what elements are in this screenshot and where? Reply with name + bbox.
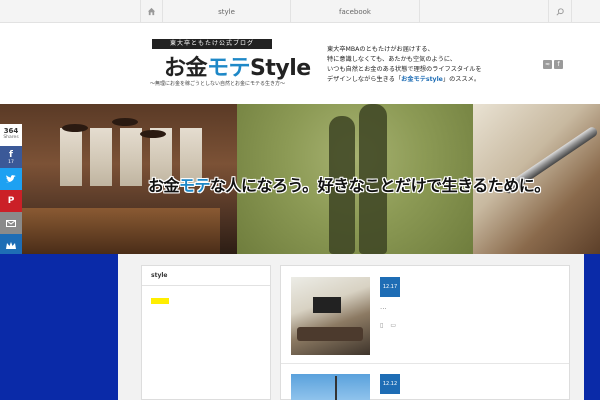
nav-item-empty[interactable]: [420, 0, 549, 23]
document-icon: ▯: [380, 322, 384, 329]
highlight-marker: [151, 298, 169, 304]
facebook-icon[interactable]: f: [554, 60, 563, 69]
share-count-label: Shares: [3, 135, 19, 140]
catch-accent: モテ: [179, 176, 211, 195]
post-date-badge: 12.17: [380, 277, 400, 297]
ceiling-fan: [140, 130, 166, 138]
window-shape: [60, 128, 82, 186]
logo-title: お金モテStyle: [164, 50, 311, 82]
nav-item-style[interactable]: style: [163, 0, 291, 23]
share-count: 364 Shares: [0, 124, 22, 146]
tagline-highlight: お金モテstyle: [401, 76, 443, 83]
facebook-icon: f: [9, 149, 13, 160]
tagline-line: 特に意識しなくても、あたかも空気のように、: [327, 56, 457, 63]
tv-shape: [313, 297, 341, 313]
crown-icon: [6, 241, 16, 249]
search-icon: [556, 7, 564, 16]
post-divider: [281, 363, 569, 364]
window-shape: [90, 128, 112, 186]
logo-title-part: お金: [164, 56, 208, 81]
flagpole-shape: [335, 376, 337, 400]
share-twitter-button[interactable]: [0, 168, 22, 190]
share-pinterest-button[interactable]: P: [0, 190, 22, 212]
navy-panel-right: [584, 254, 600, 400]
tagline-line: デザインしながら生きる「お金モテstyle」のススメ。: [327, 76, 481, 83]
ceiling-fan: [112, 118, 138, 126]
post-excerpt: ...: [380, 303, 387, 311]
ceiling-fan: [62, 124, 88, 132]
tagline-line: いつも自然とお金のある状態で理想のライフスタイルを: [327, 66, 482, 73]
logo-band: 東大卒ともたけ公式ブログ: [152, 39, 272, 49]
home-button[interactable]: [140, 0, 163, 23]
site-tagline: 東大卒MBAのともたけがお届けする、 特に意識しなくても、あたかも空気のように、…: [327, 45, 517, 85]
logo-subtitle: 〜無理にお金を稼ごうとしない自然とお金にモテる生き方〜: [150, 81, 286, 87]
twitter-icon: [6, 175, 16, 183]
share-facebook-button[interactable]: f 17: [0, 146, 22, 168]
share-sidebar: 364 Shares f 17 P: [0, 124, 22, 256]
logo-title-accent: モテ: [207, 56, 251, 81]
hero-catchphrase: お金モテな人になろう。好きなことだけで生きるために。: [148, 172, 550, 196]
mail-icon: [6, 219, 16, 227]
catch-part: お金: [148, 176, 180, 195]
share-more-button[interactable]: [0, 234, 22, 256]
window-shape: [120, 128, 142, 186]
tagline-line: 東大卒MBAのともたけがお届けする、: [327, 46, 434, 53]
logo-title-part: Style: [250, 56, 311, 81]
pinterest-icon: P: [7, 196, 15, 206]
catch-part: な人になろう。好きなことだけで生きるために。: [210, 176, 550, 195]
site-logo[interactable]: 東大卒ともたけ公式ブログ お金モテStyle 〜無理にお金を稼ごうとしない自然と…: [150, 36, 312, 94]
rss-icon[interactable]: ≈: [543, 60, 552, 69]
post-date-badge: 12.12: [380, 374, 400, 394]
search-button[interactable]: [549, 0, 572, 23]
comment-icon: ▭: [390, 322, 396, 329]
navy-panel-left: [0, 254, 118, 400]
header-social-icons: ≈ f: [543, 60, 563, 69]
post-meta-icons: ▯ ▭: [380, 322, 396, 329]
share-count-number: 364: [3, 127, 19, 135]
sofa-shape: [297, 327, 363, 341]
table-shape: [20, 208, 220, 254]
nav-item-facebook[interactable]: facebook: [291, 0, 420, 23]
post-thumbnail[interactable]: [291, 374, 370, 400]
sidebar-widget-title: style: [142, 266, 270, 286]
share-email-button[interactable]: [0, 212, 22, 234]
home-icon: [147, 7, 156, 16]
sidebar-widget: style: [141, 265, 271, 400]
post-thumbnail[interactable]: [291, 277, 370, 355]
facebook-share-count: 17: [8, 159, 14, 165]
top-navigation: style facebook: [0, 0, 600, 23]
